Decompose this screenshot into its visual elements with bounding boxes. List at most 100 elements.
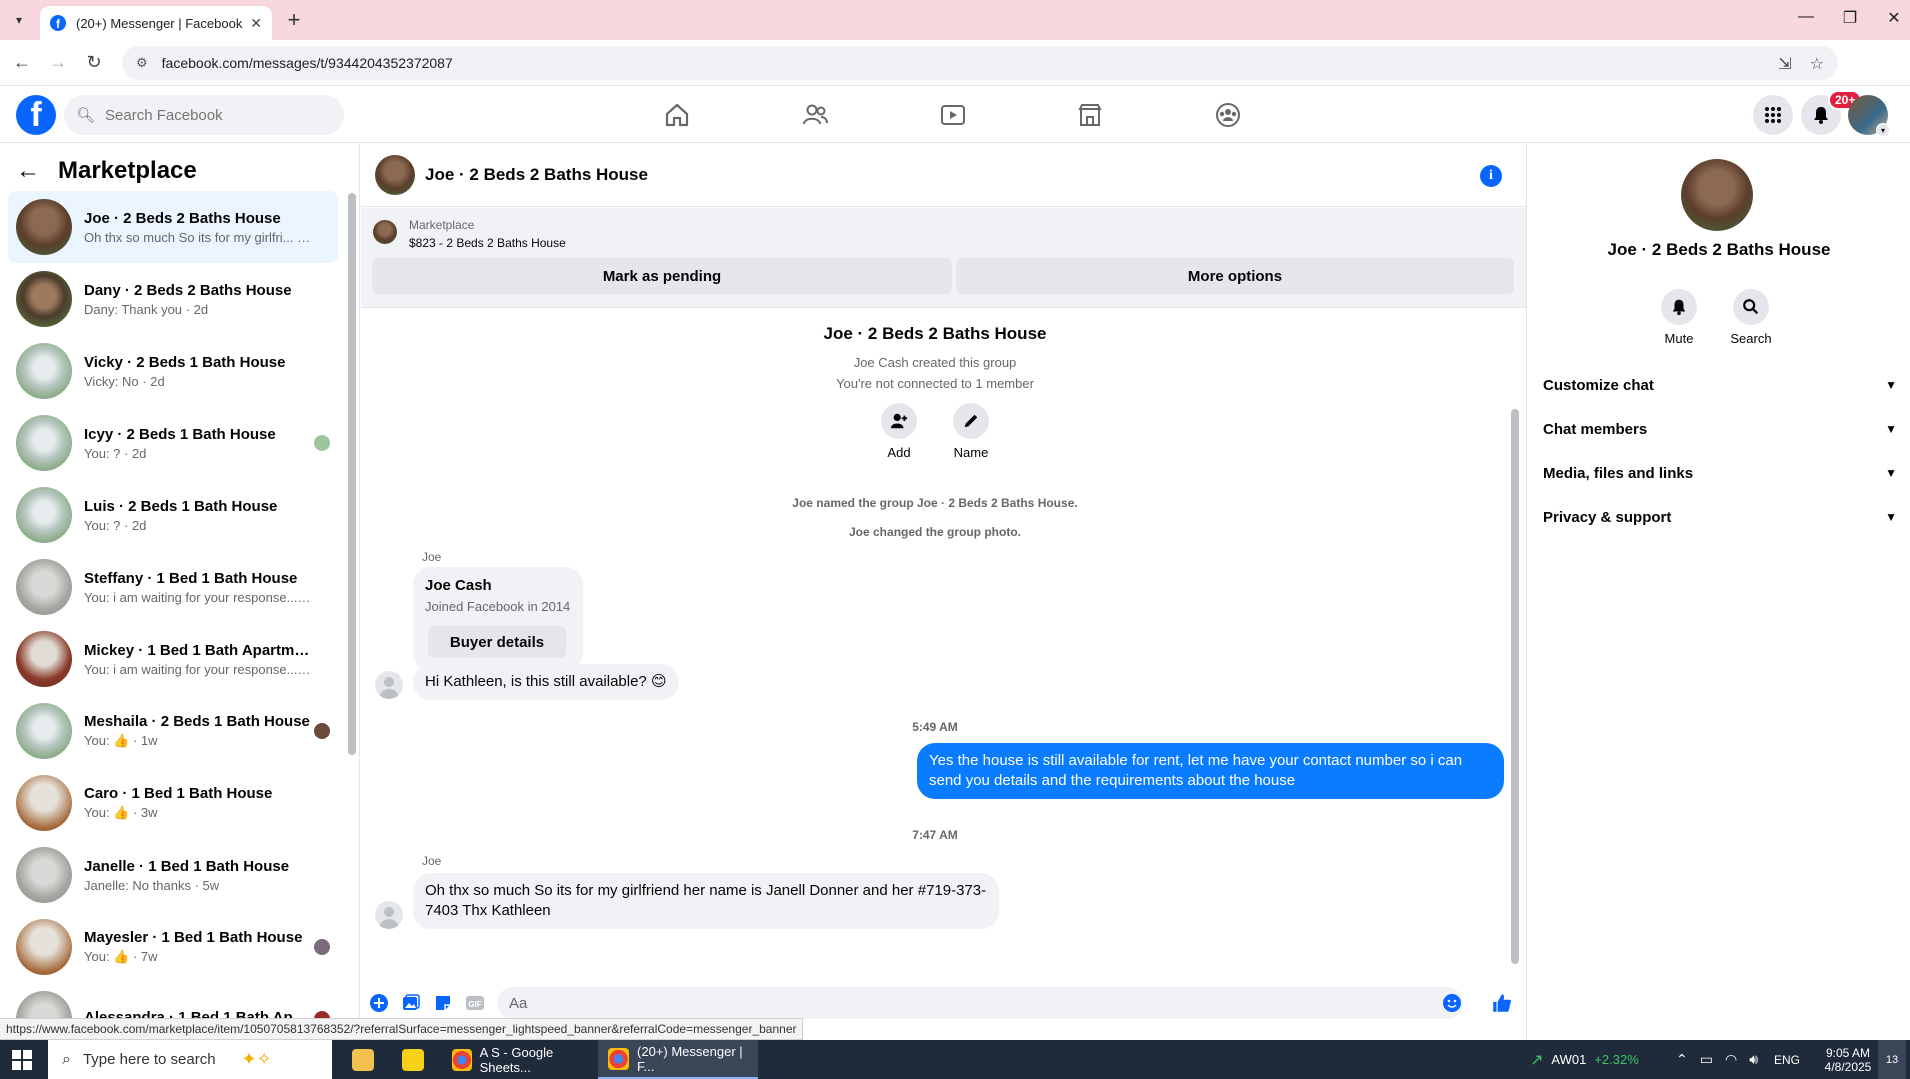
media-files-row[interactable]: Media, files and links ▼ [1543, 455, 1897, 491]
chevron-down-icon: ▼ [1885, 378, 1897, 392]
mark-pending-button[interactable]: Mark as pending [372, 258, 952, 294]
chat-list-item[interactable]: Vicky · 2 Beds 1 Bath House Vicky: No · 2… [8, 335, 338, 407]
site-info-icon[interactable]: ⚙ [136, 55, 148, 71]
stock-widget[interactable]: ↗ AW01 +2.32% [1530, 1040, 1639, 1079]
back-arrow-icon[interactable]: ← [16, 157, 40, 185]
bookmark-star-icon[interactable]: ☆ [1810, 54, 1824, 74]
chat-name: Mickey · 1 Bed 1 Bath Apartment... [84, 641, 314, 659]
sender-avatar[interactable] [375, 671, 403, 699]
conversation-title[interactable]: Joe · 2 Beds 2 Baths House [425, 165, 648, 185]
chat-list-item[interactable]: Icyy · 2 Beds 1 Bath House You: ? · 2d [8, 407, 338, 479]
system-tray[interactable]: ⌃ ▭ ◠ 🔊︎ [1676, 1040, 1758, 1079]
incoming-message[interactable]: Oh thx so much So its for my girlfriend … [413, 873, 999, 929]
windows-start-icon[interactable] [12, 1050, 32, 1070]
minimize-icon[interactable]: — [1794, 8, 1818, 26]
chat-name: Luis · 2 Beds 1 Bath House [84, 497, 278, 515]
info-icon[interactable]: i [1480, 165, 1502, 187]
tray-expand-icon[interactable]: ⌃ [1676, 1051, 1688, 1068]
chat-list-item[interactable]: Dany · 2 Beds 2 Baths House Dany: Thank y… [8, 263, 338, 335]
home-icon[interactable] [659, 97, 695, 133]
gif-icon[interactable]: GIF [464, 992, 486, 1014]
conversation-header: Joe · 2 Beds 2 Baths House i [361, 143, 1526, 207]
customize-chat-row[interactable]: Customize chat ▼ [1543, 367, 1897, 403]
file-explorer-icon[interactable] [342, 1040, 384, 1079]
message-input[interactable]: Aa [497, 987, 1463, 1019]
new-tab-icon[interactable]: + [282, 8, 306, 32]
chat-preview: You: ? · 2d [84, 517, 147, 533]
sender-avatar[interactable] [375, 901, 403, 929]
chevron-down-icon: ▼ [1885, 422, 1897, 436]
taskbar-messenger[interactable]: (20+) Messenger | F... [598, 1040, 758, 1079]
windows-taskbar: ⌕ Type here to search ✦✧ A S - Google Sh… [0, 1040, 1910, 1079]
wifi-icon[interactable]: ◠ [1725, 1051, 1737, 1068]
chat-name: Meshaila · 2 Beds 1 Bath House [84, 713, 310, 730]
restore-icon[interactable]: ❐ [1838, 8, 1862, 28]
incoming-message[interactable]: Hi Kathleen, is this still available? 😊 [413, 664, 679, 700]
chat-details-avatar[interactable] [1681, 159, 1753, 231]
buyer-details-button[interactable]: Buyer details [428, 626, 566, 658]
volume-icon[interactable]: 🔊︎ [1749, 1051, 1758, 1068]
search-icon [1733, 289, 1769, 325]
browser-tab[interactable]: f (20+) Messenger | Facebook ✕ [40, 6, 272, 40]
taskbar-google-sheets[interactable]: A S - Google Sheets... [442, 1040, 594, 1079]
sender-name: Joe [422, 854, 442, 868]
facebook-search-input[interactable] [105, 106, 306, 124]
meet-icon[interactable]: ▭ [1700, 1051, 1713, 1068]
url-field[interactable]: ⚙ facebook.com/messages/t/93442043523720… [122, 46, 1838, 80]
chat-list-scrollbar[interactable] [348, 193, 356, 773]
listing-price[interactable]: $823 - 2 Beds 2 Baths House [409, 236, 566, 250]
chat-list-item[interactable]: Mayesler · 1 Bed 1 Bath House You: 👍 · 7w [8, 911, 338, 983]
forward-icon[interactable]: → [46, 52, 70, 73]
chat-list-item[interactable]: Luis · 2 Beds 1 Bath House You: ? · 2d [8, 479, 338, 551]
chat-preview: You: ? · 2d [84, 445, 147, 461]
chat-list-item[interactable]: Janelle · 1 Bed 1 Bath House Janelle: No … [8, 839, 338, 911]
buyer-name: Joe Cash [425, 577, 492, 594]
action-center-icon[interactable]: 13 [1878, 1040, 1906, 1079]
account-chevron-icon[interactable]: ▾ [1876, 123, 1890, 137]
reload-icon[interactable]: ↻ [82, 52, 106, 73]
clock[interactable]: 9:05 AM 4/8/2025 [1818, 1040, 1878, 1079]
privacy-support-row[interactable]: Privacy & support ▼ [1543, 499, 1897, 535]
chat-list-item[interactable]: Joe · 2 Beds 2 Baths House Oh thx so much… [8, 191, 338, 263]
sticker-icon[interactable] [432, 992, 454, 1014]
watch-icon[interactable] [935, 97, 971, 133]
plus-circle-icon[interactable] [368, 992, 390, 1014]
facebook-search[interactable]: 🔍︎ [64, 95, 344, 135]
back-icon[interactable]: ← [10, 52, 34, 73]
chat-list-item[interactable]: Caro · 1 Bed 1 Bath House You: 👍 · 3w [8, 767, 338, 839]
photo-icon[interactable] [400, 992, 422, 1014]
rename-group-button[interactable] [953, 403, 989, 439]
chat-avatar [16, 415, 72, 471]
chat-list-item[interactable]: Steffany · 1 Bed 1 Bath House You: i am w… [8, 551, 338, 623]
language-indicator[interactable]: ENG [1774, 1040, 1800, 1079]
chat-members-row[interactable]: Chat members ▼ [1543, 411, 1897, 447]
marketplace-icon[interactable] [1072, 97, 1108, 133]
search-in-chat-button[interactable]: Search [1721, 289, 1781, 346]
thread-scrollbar[interactable] [1509, 309, 1521, 974]
sticky-notes-icon[interactable] [392, 1040, 434, 1079]
outgoing-message[interactable]: Yes the house is still available for ren… [917, 743, 1504, 799]
tab-search-icon[interactable]: ▾ [8, 9, 30, 31]
friends-icon[interactable] [797, 97, 833, 133]
marketplace-banner: Marketplace $823 - 2 Beds 2 Baths House … [361, 208, 1526, 308]
window-close-icon[interactable]: ✕ [1882, 8, 1906, 28]
read-receipt-avatar [314, 939, 330, 955]
menu-grid-icon[interactable] [1753, 95, 1793, 135]
listing-thumbnail[interactable] [373, 220, 397, 244]
mute-button[interactable]: Mute [1649, 289, 1709, 346]
add-member-button[interactable] [881, 403, 917, 439]
install-app-icon[interactable]: ⇲ [1778, 54, 1791, 74]
tab-close-icon[interactable]: ✕ [250, 15, 262, 32]
more-options-button[interactable]: More options [956, 258, 1514, 294]
facebook-logo-icon[interactable]: f [16, 95, 56, 135]
svg-text:GIF: GIF [468, 1000, 481, 1009]
group-created-text: Joe Cash created this group [853, 355, 1017, 370]
chat-list-item[interactable]: Mickey · 1 Bed 1 Bath Apartment... You: i… [8, 623, 338, 695]
chat-list-item[interactable]: Meshaila · 2 Beds 1 Bath House You: 👍 · 1… [8, 695, 338, 767]
conversation-avatar[interactable] [375, 154, 415, 195]
groups-icon[interactable] [1210, 97, 1246, 133]
emoji-icon[interactable] [1441, 992, 1463, 1014]
chat-name: Janelle · 1 Bed 1 Bath House [84, 857, 290, 875]
taskbar-search[interactable]: ⌕ Type here to search ✦✧ [48, 1040, 332, 1079]
like-thumb-icon[interactable] [1491, 992, 1513, 1014]
